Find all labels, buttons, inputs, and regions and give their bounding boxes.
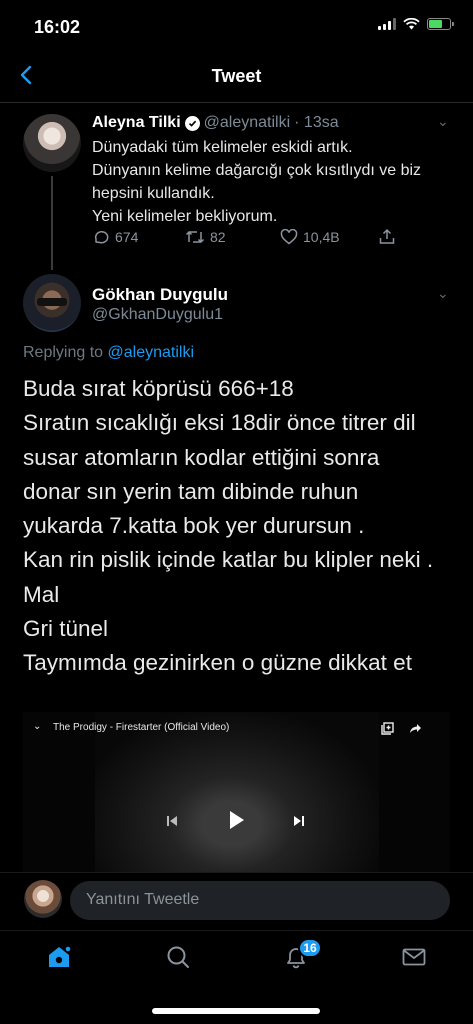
status-icons	[378, 18, 454, 30]
main-tweet-name[interactable]: Gökhan Duygulu	[92, 285, 228, 305]
parent-tweet-name[interactable]: Aleyna Tilki	[92, 114, 181, 132]
reply-count: 674	[115, 229, 139, 245]
verified-icon	[184, 115, 200, 131]
parent-tweet-line: hepsini kullandık.	[92, 185, 215, 202]
main-tweet-line: Gri tünel	[23, 616, 109, 642]
reply-icon	[94, 230, 109, 244]
main-tweet-line: susar atomların kodlar ettiğini sonra	[23, 444, 380, 470]
main-tweet-handle: @GkhanDuygulu1	[92, 306, 223, 323]
home-indicator	[152, 1008, 320, 1014]
replying-prefix: Replying to	[23, 344, 104, 361]
main-tweet-line: Buda sırat köprüsü 666+18	[23, 376, 294, 401]
parent-tweet-avatar[interactable]	[23, 114, 81, 172]
parent-tweet-actions: 674 82 10,4B	[92, 228, 396, 246]
add-to-queue-icon[interactable]	[381, 722, 394, 735]
tab-bar-divider	[0, 930, 473, 931]
share-icon	[379, 228, 395, 244]
signal-icon	[378, 18, 396, 30]
retweet-button[interactable]: 82	[185, 229, 280, 245]
share-button[interactable]	[378, 228, 396, 246]
parent-tweet-line: Dünyadaki tüm kelimeler eskidi artık.	[92, 139, 353, 156]
retweet-count: 82	[210, 229, 226, 245]
next-icon[interactable]	[293, 815, 305, 827]
heart-icon	[280, 229, 298, 245]
chevron-down-icon[interactable]: ⌄	[437, 113, 449, 130]
main-tweet-line: Mal	[23, 581, 60, 607]
search-icon[interactable]	[164, 943, 192, 971]
composer-divider	[0, 872, 473, 873]
thread-line	[51, 176, 53, 270]
home-icon[interactable]	[45, 943, 73, 971]
parent-tweet-text: Dünyadaki tüm kelimeler eskidi artık. Dü…	[92, 136, 452, 228]
replying-mention[interactable]: @aleynatilki	[108, 344, 195, 361]
video-player[interactable]: ⌄ The Prodigy - Firestarter (Official Vi…	[23, 712, 450, 872]
replying-to: Replying to @aleynatilki	[23, 344, 194, 362]
main-tweet-line: Sıratın sıcaklığı eksi 18dir önce titrer…	[23, 410, 416, 436]
like-count: 10,4B	[303, 229, 340, 245]
reply-input[interactable]: Yanıtını Tweetle	[70, 881, 450, 920]
previous-icon[interactable]	[166, 815, 178, 827]
main-tweet-line: Kan rin pislik içinde katlar bu klipler …	[23, 547, 434, 573]
messages-icon[interactable]	[400, 943, 428, 971]
chevron-down-icon[interactable]: ⌄	[437, 285, 449, 302]
parent-tweet-time: · 13sa	[294, 114, 339, 131]
wifi-icon	[403, 18, 420, 30]
main-tweet-avatar[interactable]	[23, 274, 81, 332]
main-tweet-line: yukarda 7.katta bok yer durursun .	[23, 513, 365, 539]
my-avatar	[24, 880, 62, 918]
header-divider	[0, 102, 473, 103]
parent-tweet-line: Dünyanın kelime dağarcığı çok kısıtlıydı…	[92, 162, 422, 179]
like-button[interactable]: 10,4B	[280, 229, 378, 245]
main-tweet-line: donar sın yerin tam dibinde ruhun	[23, 478, 359, 504]
main-tweet-text: Buda sırat köprüsü 666+18 Sıratın sıcakl…	[23, 372, 463, 681]
retweet-icon	[185, 230, 205, 244]
video-thumbnail	[95, 712, 379, 872]
reply-button[interactable]: 674	[92, 228, 185, 246]
share-icon[interactable]	[409, 723, 422, 734]
status-time: 16:02	[34, 17, 81, 37]
main-tweet-line: Taymımda gezinirken o güzne dikkat et	[23, 650, 412, 676]
parent-tweet-header: Aleyna Tilki @aleynatilki · 13sa	[92, 114, 339, 132]
video-title: The Prodigy - Firestarter (Official Vide…	[53, 722, 230, 733]
notifications-badge: 16	[298, 938, 322, 958]
parent-tweet-handle: @aleynatilki	[203, 114, 291, 131]
play-icon[interactable]	[228, 809, 246, 831]
chevron-down-icon[interactable]: ⌄	[33, 721, 41, 732]
parent-tweet-line: Yeni kelimeler bekliyorum.	[92, 208, 278, 225]
battery-icon	[427, 18, 454, 30]
page-title: Tweet	[211, 66, 262, 86]
